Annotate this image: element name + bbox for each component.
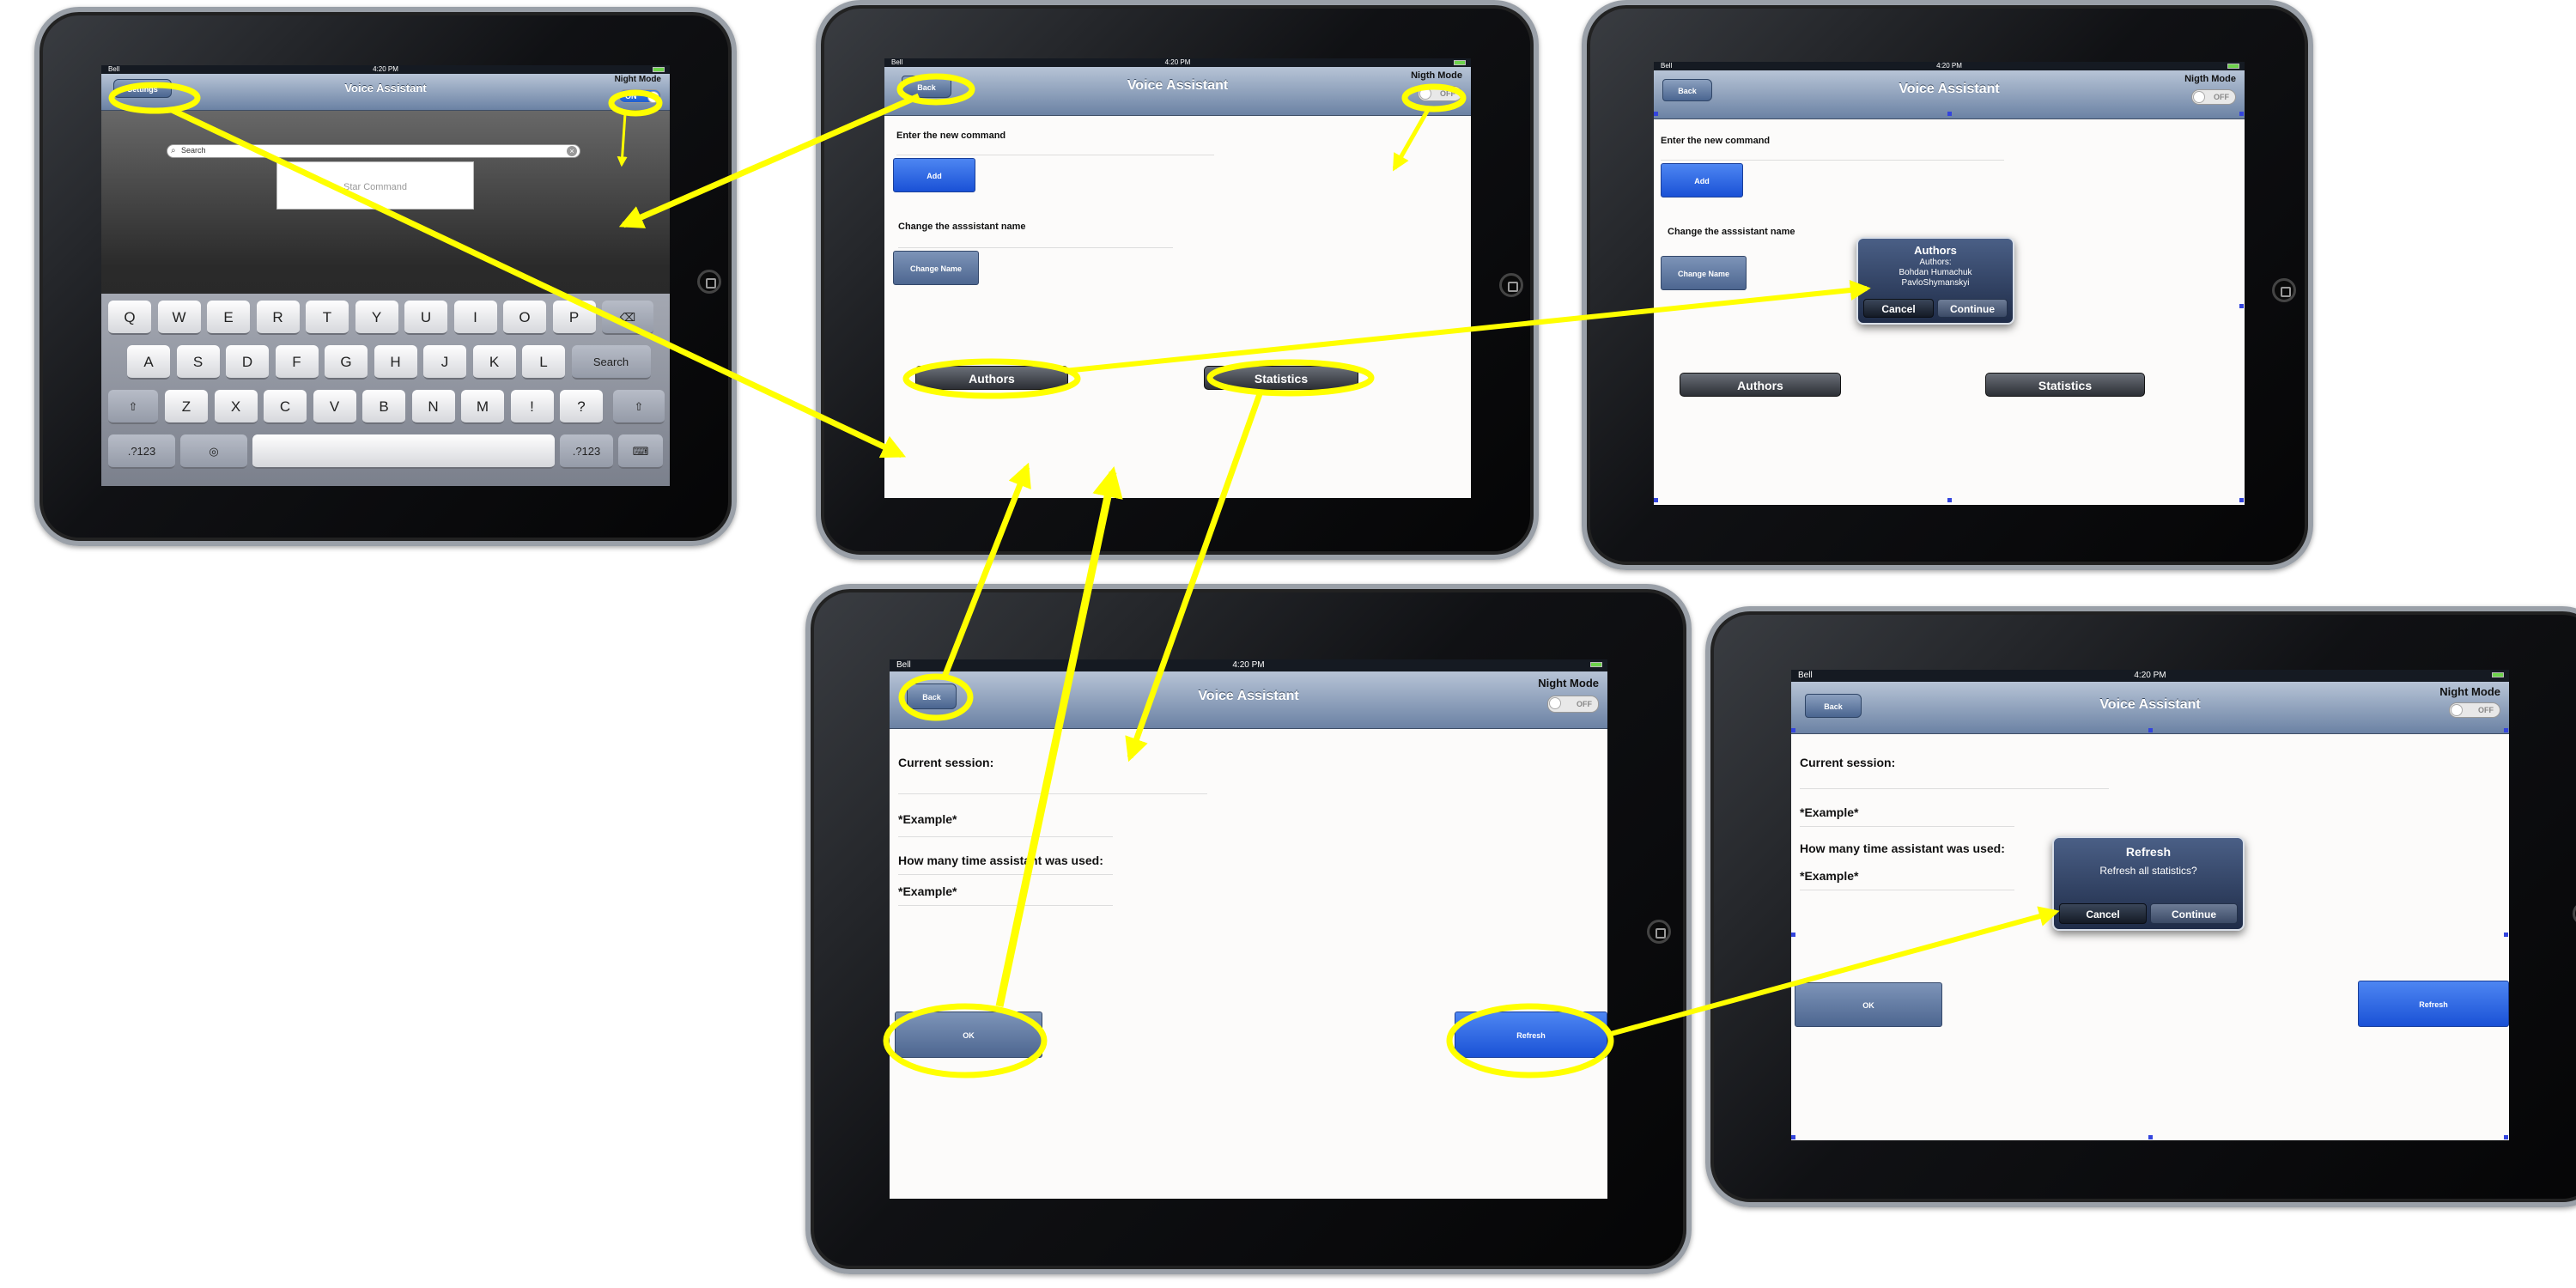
arrow-night-toggle — [617, 112, 628, 167]
arrow-settings-to-settings-screen — [170, 106, 907, 459]
arrow-refresh-to-alert — [1610, 906, 2060, 1036]
arrow-authors-to-alert — [1064, 280, 1871, 374]
highlight-refresh — [1446, 1003, 1614, 1078]
arrow-statistics-to-stats — [1125, 390, 1264, 762]
highlight-statistics — [1206, 359, 1375, 397]
highlight-settings — [108, 82, 201, 114]
arrow-stats-back-to-settings — [941, 462, 1031, 678]
arrow-off-toggle — [1392, 106, 1431, 172]
flow-annotations — [108, 73, 2060, 1078]
highlight-authors — [902, 358, 1081, 399]
arrow-back-to-main — [618, 93, 920, 228]
highlight-ok — [883, 1003, 1048, 1078]
arrow-ok-to-settings — [995, 465, 1123, 1007]
highlight-off-toggle — [1401, 83, 1467, 112]
highlight-night-toggle — [608, 89, 663, 117]
highlight-stats-back — [898, 673, 974, 721]
